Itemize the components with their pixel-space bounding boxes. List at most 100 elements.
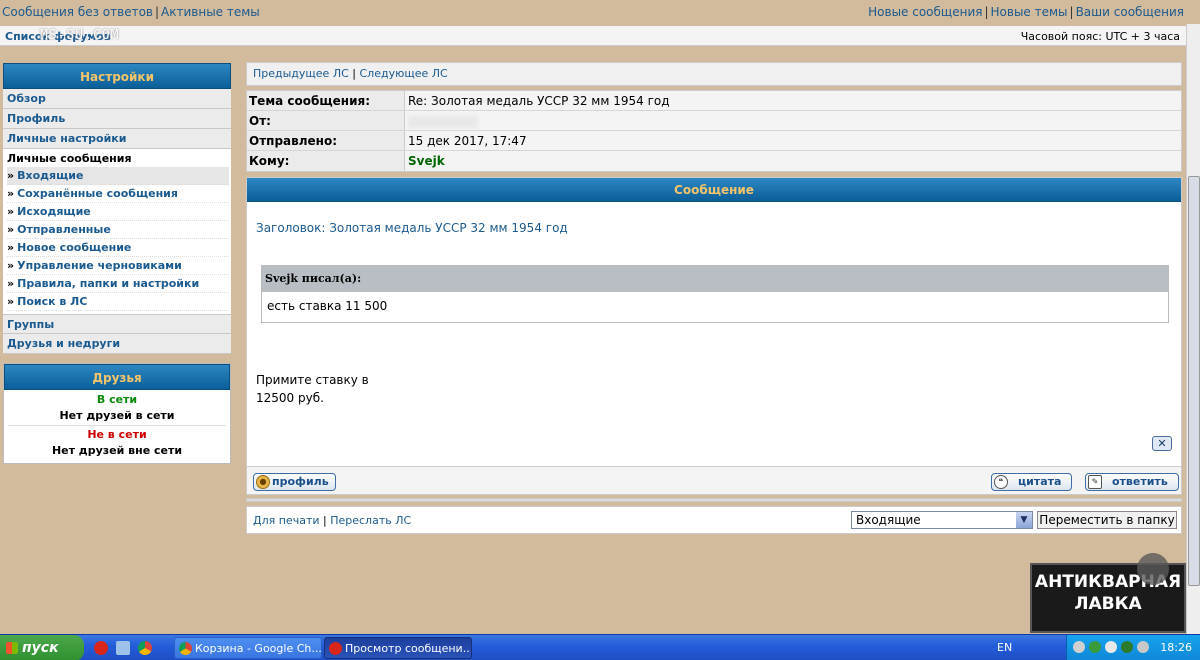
active-topics-link[interactable]: Активные темы <box>161 5 260 19</box>
friends-panel-body: В сети Нет друзей в сети Не в сети Нет д… <box>4 390 230 463</box>
speech-bubble-icon: ❝ <box>994 475 1008 489</box>
message-body: Примите ставку в 12500 руб. <box>256 371 369 407</box>
info-row-to: Кому: Svejk <box>247 151 1181 171</box>
sent-label: Отправлено: <box>247 131 405 150</box>
print-link[interactable]: Для печати <box>253 514 320 527</box>
pm-link-label: Поиск в ЛС <box>17 295 88 308</box>
sent-value: 15 дек 2017, 17:47 <box>405 131 1181 150</box>
start-button[interactable]: пуск <box>0 635 84 660</box>
scrollbar-thumb[interactable] <box>1188 176 1200 586</box>
new-topics-link[interactable]: Новые темы <box>991 5 1068 19</box>
taskbar-item-label: Просмотр сообщени... <box>345 642 472 655</box>
sidebar-item-personal-settings[interactable]: Личные настройки <box>3 129 231 149</box>
network-icon[interactable] <box>1073 641 1085 653</box>
pm-section: Личные сообщения » Входящие » Сохранённые … <box>3 149 231 314</box>
previous-pm-link[interactable]: Предыдущее ЛС <box>253 67 349 80</box>
quote-block: Svejk писал(а): есть ставка 11 500 <box>261 265 1169 323</box>
move-to-folder-button[interactable]: Переместить в папку <box>1037 511 1177 529</box>
friends-online-empty: Нет друзей в сети <box>59 409 175 422</box>
volume-icon[interactable] <box>1105 641 1117 653</box>
sidebar-item-groups[interactable]: Группы <box>3 314 231 334</box>
info-row-subject: Тема сообщения: Re: Золотая медаль УССР … <box>247 91 1181 111</box>
pm-link-drafts[interactable]: » Управление черновиками <box>7 257 229 275</box>
arrow-icon: » <box>7 277 15 290</box>
sidebar-item-overview[interactable]: Обзор <box>3 89 231 109</box>
friends-panel-title: Друзья <box>4 364 230 390</box>
chrome-icon[interactable] <box>138 641 152 655</box>
breadcrumb-bar: Список форумов MS-SU.COM Часовой пояс: U… <box>0 26 1186 46</box>
sidebar-item-profile[interactable]: Профиль <box>3 109 231 129</box>
safely-remove-icon[interactable] <box>1137 641 1149 653</box>
settings-panel-title: Настройки <box>3 63 231 89</box>
forward-pm-link[interactable]: Переслать ЛС <box>330 514 411 527</box>
language-indicator[interactable]: EN <box>997 641 1012 654</box>
subject-value: Re: Золотая медаль УССР 32 мм 1954 год <box>405 91 1181 110</box>
separator: | <box>323 514 327 527</box>
pm-pager: Предыдущее ЛС | Следующее ЛС <box>246 62 1182 86</box>
pm-link-rules-folders[interactable]: » Правила, папки и настройки <box>7 275 229 293</box>
pm-link-inbox[interactable]: » Входящие <box>7 167 229 185</box>
clock: 18:26 <box>1160 641 1192 654</box>
your-posts-link[interactable]: Ваши сообщения <box>1076 5 1184 19</box>
pm-link-label: Сохранённые сообщения <box>17 187 178 200</box>
windows-taskbar: пуск Корзина - Google Ch... Просмотр соо… <box>0 634 1200 660</box>
from-label: От: <box>247 111 405 130</box>
next-pm-link[interactable]: Следующее ЛС <box>360 67 448 80</box>
top-link-bar: Сообщения без ответов | Активные темы Новы… <box>0 0 1186 24</box>
divider <box>8 425 226 426</box>
message-panel: Сообщение Заголовок: Золотая медаль УССР… <box>246 177 1182 495</box>
message-line: Примите ставку в <box>256 373 369 387</box>
bottom-action-bar: Для печати | Переслать ЛС Входящие ▼ Пер… <box>246 506 1182 534</box>
friends-online-label: В сети <box>96 393 138 406</box>
section-divider <box>246 498 1182 502</box>
pm-link-label: Исходящие <box>17 205 91 218</box>
folder-select-value: Входящие <box>856 513 921 527</box>
taskbar-item-chrome[interactable]: Корзина - Google Ch... <box>174 637 322 659</box>
quote-text: есть ставка 11 500 <box>262 292 1168 322</box>
to-value[interactable]: Svejk <box>405 151 1181 171</box>
quote-author: Svejk писал(а): <box>262 266 1168 292</box>
pm-link-label: Отправленные <box>17 223 111 236</box>
antivirus-icon[interactable] <box>1089 641 1101 653</box>
pm-link-search[interactable]: » Поиск в ЛС <box>7 293 229 311</box>
pm-link-new-message[interactable]: » Новое сообщение <box>7 239 229 257</box>
quote-button[interactable]: ❝ цитата <box>991 473 1073 491</box>
friends-offline-label: Не в сети <box>87 428 147 441</box>
friends-offline-empty: Нет друзей вне сети <box>51 444 183 457</box>
opera-icon[interactable] <box>94 641 108 655</box>
arrow-icon: » <box>7 223 15 236</box>
pm-link-saved[interactable]: » Сохранённые сообщения <box>7 185 229 203</box>
arrow-icon: » <box>7 241 15 254</box>
profile-button[interactable]: ● профиль <box>253 473 336 491</box>
unanswered-posts-link[interactable]: Сообщения без ответов <box>2 5 153 19</box>
message-line: 12500 руб. <box>256 391 324 405</box>
pm-link-sent[interactable]: » Отправленные <box>7 221 229 239</box>
message-subject: Заголовок: Золотая медаль УССР 32 мм 195… <box>256 221 568 235</box>
chrome-icon <box>179 642 192 655</box>
torrent-icon[interactable] <box>1121 641 1133 653</box>
settings-panel: Настройки Обзор Профиль Личные настройки… <box>3 63 231 354</box>
user-icon: ● <box>256 475 270 489</box>
delete-message-button[interactable]: ✕ <box>1152 436 1172 451</box>
windows-flag-icon <box>6 642 18 654</box>
arrow-icon: » <box>7 295 15 308</box>
arrow-icon: » <box>7 259 15 272</box>
reply-button[interactable]: ✎ ответить <box>1085 473 1179 491</box>
from-value <box>405 111 1181 130</box>
taskbar-item-opera[interactable]: Просмотр сообщени... <box>324 637 472 659</box>
separator: | <box>155 5 160 19</box>
page-scrollbar[interactable] <box>1186 24 1200 636</box>
sidebar-item-friends-foes[interactable]: Друзья и недруги <box>3 334 231 354</box>
profile-button-label: профиль <box>272 475 329 488</box>
pm-link-outbox[interactable]: » Исходящие <box>7 203 229 221</box>
desktop-icon[interactable] <box>116 641 130 655</box>
reply-button-label: ответить <box>1112 475 1168 488</box>
quote-button-label: цитата <box>1018 475 1062 488</box>
new-posts-link[interactable]: Новые сообщения <box>868 5 982 19</box>
shield-icon <box>1137 553 1169 585</box>
folder-select[interactable]: Входящие ▼ <box>851 511 1033 529</box>
redacted-username <box>408 115 478 128</box>
message-header: Сообщение <box>247 178 1181 202</box>
pm-link-label: Правила, папки и настройки <box>17 277 200 290</box>
site-watermark: MS-SU.COM <box>40 28 120 43</box>
